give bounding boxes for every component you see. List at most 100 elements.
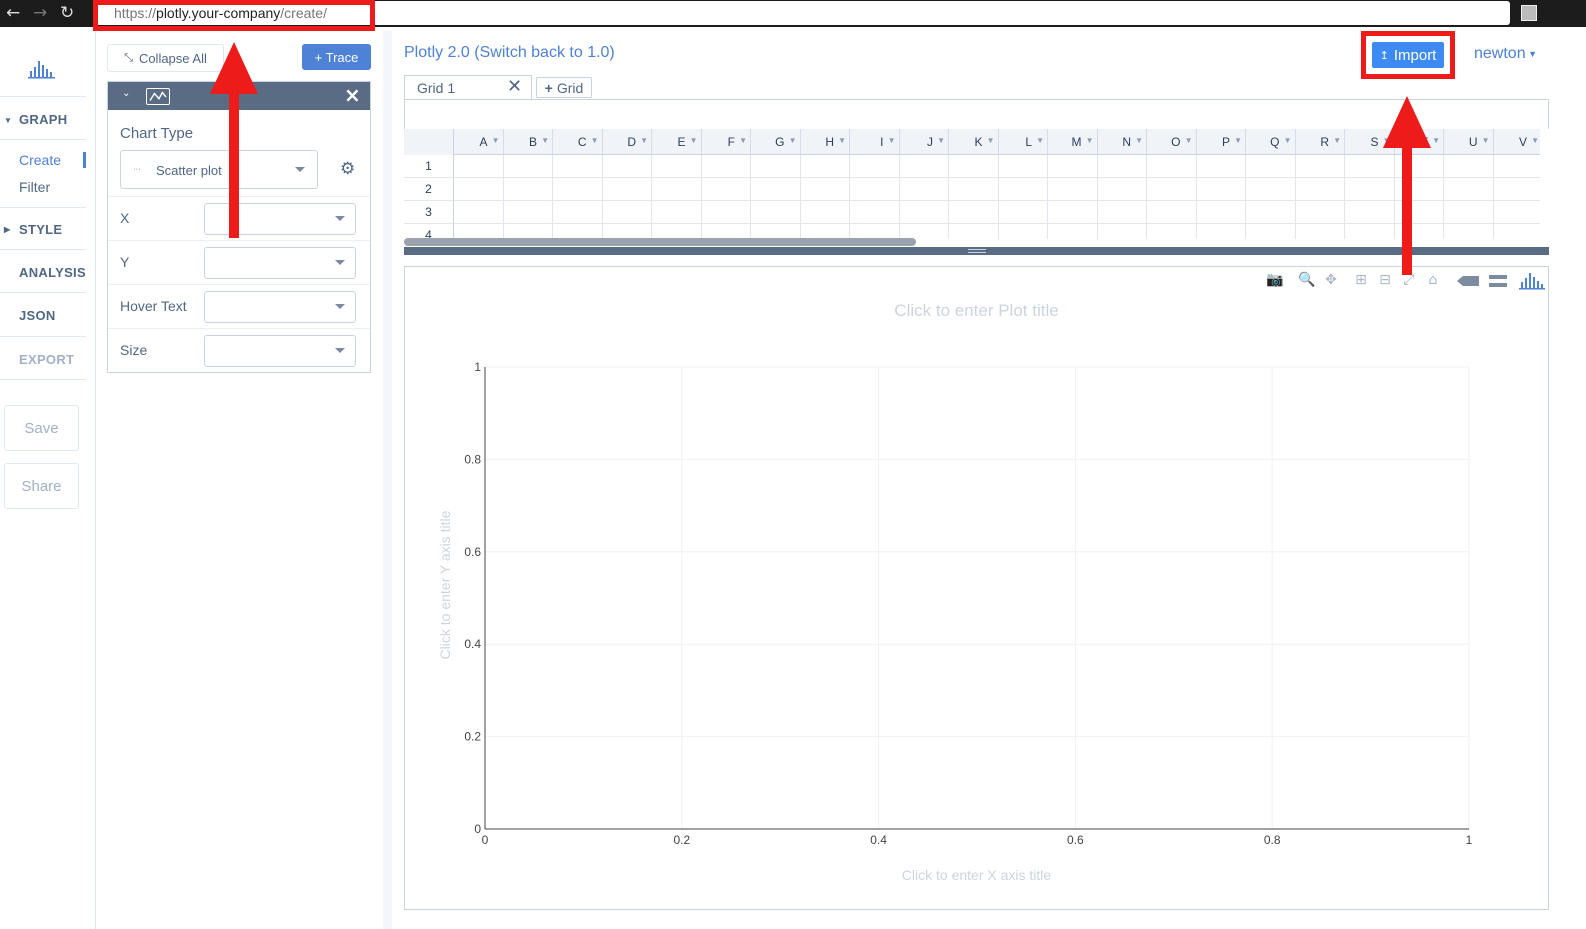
- user-menu[interactable]: newton ▼: [1474, 45, 1537, 63]
- grid-cell[interactable]: [1295, 201, 1345, 224]
- tab-grid-1[interactable]: Grid 1 ✕: [404, 75, 532, 100]
- row-header[interactable]: 2: [404, 178, 454, 201]
- grid-cell[interactable]: [1493, 155, 1540, 178]
- column-menu-caret-icon[interactable]: ▼: [1333, 136, 1341, 145]
- grid-cell[interactable]: [602, 224, 652, 239]
- column-menu-caret-icon[interactable]: ▼: [987, 136, 995, 145]
- grid-cell[interactable]: [998, 155, 1048, 178]
- grid-cell[interactable]: [1246, 224, 1296, 239]
- drag-handle-icon[interactable]: [968, 249, 986, 253]
- grid-cell[interactable]: [454, 178, 504, 201]
- grid-cell[interactable]: [1345, 224, 1395, 239]
- column-menu-caret-icon[interactable]: ▼: [1482, 136, 1490, 145]
- close-icon[interactable]: ×: [344, 84, 361, 106]
- column-menu-caret-icon[interactable]: ▼: [541, 136, 549, 145]
- chart-type-dropdown[interactable]: ⋅⋅⋅ Scatter plot: [120, 150, 318, 189]
- grid-cell[interactable]: [998, 178, 1048, 201]
- grid-cell[interactable]: [850, 201, 900, 224]
- column-header[interactable]: U ▼: [1444, 129, 1494, 155]
- grid-cell[interactable]: [899, 224, 949, 239]
- y-axis-title[interactable]: Click to enter Y axis title: [437, 485, 453, 685]
- add-trace-button[interactable]: + Trace: [302, 44, 371, 70]
- plot-title[interactable]: Click to enter Plot title: [405, 301, 1548, 321]
- nav-json[interactable]: JSON: [0, 308, 86, 323]
- column-header[interactable]: G ▼: [751, 129, 801, 155]
- nav-graph-section[interactable]: ▼ GRAPH: [0, 112, 86, 127]
- grid-cell[interactable]: [553, 201, 603, 224]
- plotly-chart-studio-logo[interactable]: [28, 57, 56, 79]
- plotly-logo-icon[interactable]: [1519, 272, 1545, 290]
- panel-divider[interactable]: [383, 31, 392, 929]
- grid-cell[interactable]: [800, 178, 850, 201]
- grid-cell[interactable]: [949, 178, 999, 201]
- column-header[interactable]: I ▼: [850, 129, 900, 155]
- column-header[interactable]: N ▼: [1097, 129, 1147, 155]
- grid-cell[interactable]: [1097, 201, 1147, 224]
- column-header[interactable]: A ▼: [454, 129, 504, 155]
- share-button[interactable]: Share: [4, 463, 79, 509]
- gear-icon[interactable]: ⚙: [340, 159, 355, 179]
- grid-cell[interactable]: [1444, 201, 1494, 224]
- column-menu-caret-icon[interactable]: ▼: [1086, 136, 1094, 145]
- grid-cell[interactable]: [899, 155, 949, 178]
- column-menu-caret-icon[interactable]: ▼: [1432, 136, 1440, 145]
- nav-analysis[interactable]: ANALYSIS: [0, 265, 86, 280]
- grid-cell[interactable]: [1345, 201, 1395, 224]
- grid-cell[interactable]: [503, 201, 553, 224]
- back-arrow-icon[interactable]: ←: [6, 3, 20, 23]
- row-header[interactable]: 4: [404, 224, 454, 239]
- column-menu-caret-icon[interactable]: ▼: [492, 136, 500, 145]
- grid-cell[interactable]: [1147, 224, 1197, 239]
- extension-icon[interactable]: [1521, 5, 1537, 21]
- horizontal-scrollbar[interactable]: [404, 238, 916, 246]
- grid-cell[interactable]: [602, 155, 652, 178]
- grid-cell[interactable]: [1147, 178, 1197, 201]
- grid-cell[interactable]: [652, 224, 702, 239]
- zoom-in-icon[interactable]: ⊞: [1349, 272, 1373, 292]
- column-header[interactable]: E ▼: [652, 129, 702, 155]
- grid-cell[interactable]: [1196, 224, 1246, 239]
- column-menu-caret-icon[interactable]: ▼: [1135, 136, 1143, 145]
- grid-cell[interactable]: [751, 201, 801, 224]
- zoom-icon[interactable]: 🔍: [1295, 272, 1319, 292]
- grid-cell[interactable]: [899, 178, 949, 201]
- grid-cell[interactable]: [850, 178, 900, 201]
- grid-cell[interactable]: [850, 155, 900, 178]
- autoscale-icon[interactable]: ⤢: [1397, 272, 1421, 292]
- column-header[interactable]: V ▼: [1493, 129, 1540, 155]
- corner-cell[interactable]: [404, 129, 454, 155]
- grid-cell[interactable]: [1444, 178, 1494, 201]
- x-axis-title[interactable]: Click to enter X axis title: [405, 867, 1548, 883]
- add-grid-button[interactable]: + Grid: [536, 77, 592, 98]
- grid-cell[interactable]: [1246, 155, 1296, 178]
- grid-cell[interactable]: [454, 224, 504, 239]
- zoom-out-icon[interactable]: ⊟: [1373, 272, 1397, 292]
- column-menu-caret-icon[interactable]: ▼: [739, 136, 747, 145]
- column-header[interactable]: L ▼: [998, 129, 1048, 155]
- grid-cell[interactable]: [1444, 155, 1494, 178]
- grid-cell[interactable]: [751, 155, 801, 178]
- grid-cell[interactable]: [1493, 201, 1540, 224]
- grid-cell[interactable]: [602, 201, 652, 224]
- column-menu-caret-icon[interactable]: ▼: [1234, 136, 1242, 145]
- grid-cell[interactable]: [602, 178, 652, 201]
- grid-cell[interactable]: [1147, 155, 1197, 178]
- grid-cell[interactable]: [751, 178, 801, 201]
- column-header[interactable]: R ▼: [1295, 129, 1345, 155]
- grid-cell[interactable]: [1196, 155, 1246, 178]
- grid-cell[interactable]: [1493, 178, 1540, 201]
- column-menu-caret-icon[interactable]: ▼: [591, 136, 599, 145]
- grid-cell[interactable]: [1048, 178, 1098, 201]
- grid-cell[interactable]: [1097, 178, 1147, 201]
- grid-cell[interactable]: [553, 155, 603, 178]
- camera-icon[interactable]: 📷: [1263, 272, 1287, 292]
- grid-cell[interactable]: [949, 224, 999, 239]
- grid-cell[interactable]: [850, 224, 900, 239]
- column-header[interactable]: O ▼: [1147, 129, 1197, 155]
- column-header[interactable]: D ▼: [602, 129, 652, 155]
- nav-export[interactable]: EXPORT: [0, 352, 86, 367]
- y-column-dropdown[interactable]: [204, 247, 356, 279]
- column-header[interactable]: K ▼: [949, 129, 999, 155]
- column-menu-caret-icon[interactable]: ▼: [1531, 136, 1539, 145]
- column-menu-caret-icon[interactable]: ▼: [640, 136, 648, 145]
